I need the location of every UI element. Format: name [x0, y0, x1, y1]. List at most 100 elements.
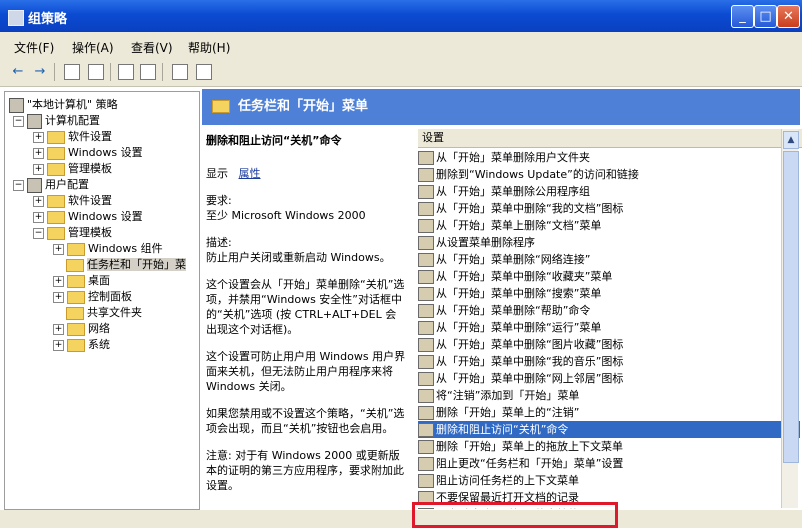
forward-icon[interactable]: →: [32, 64, 48, 80]
expand-icon[interactable]: +: [53, 275, 64, 287]
details-pane: 任务栏和「开始」菜单 删除和阻止访问“关机”命令 显示 属性 要求: 至少 Mic…: [202, 89, 802, 509]
toolbar-separator: [110, 63, 111, 81]
minimize-button[interactable]: _: [731, 5, 754, 28]
tree-item[interactable]: + 软件设置: [33, 192, 112, 208]
setting-row[interactable]: 从「开始」菜单删除“网络连接”: [418, 251, 800, 268]
setting-row[interactable]: 从「开始」菜单上删除“文档”菜单: [418, 217, 800, 234]
tree-item[interactable]: + Windows 设置: [33, 144, 143, 160]
tree-computer-config[interactable]: − 计算机配置: [13, 112, 100, 129]
setting-label: 从「开始」菜单中删除“搜索”菜单: [436, 287, 602, 300]
policy-setting-icon: [418, 321, 434, 335]
policy-tree[interactable]: "本地计算机" 策略 − 计算机配置 + 软件设置 + Windows 设置 + 管理模…: [4, 91, 200, 510]
tree-item[interactable]: 共享文件夹: [66, 304, 142, 320]
setting-row[interactable]: 删除「开始」菜单上的“注销”: [418, 404, 800, 421]
setting-row[interactable]: 从「开始」菜单中删除“我的文档”图标: [418, 200, 800, 217]
tree-item[interactable]: + Windows 组件: [53, 240, 163, 256]
extended-view-icon[interactable]: [196, 64, 212, 80]
setting-row[interactable]: 从「开始」菜单中删除“我的音乐”图标: [418, 353, 800, 370]
policy-setting-icon: [418, 389, 434, 403]
setting-row[interactable]: 从「开始」菜单中删除“网上邻居”图标: [418, 370, 800, 387]
collapse-icon[interactable]: −: [13, 115, 24, 127]
folder-icon: [47, 146, 65, 160]
tree-item[interactable]: + 网络: [53, 320, 110, 336]
policy-setting-icon: [418, 236, 434, 250]
help-icon[interactable]: [172, 64, 188, 80]
setting-row[interactable]: 从「开始」菜单中删除“图片收藏”图标: [418, 336, 800, 353]
show-hide-tree-icon[interactable]: [88, 64, 104, 80]
setting-label: 将“注销”添加到「开始」菜单: [436, 389, 580, 402]
setting-row[interactable]: 阻止更改“任务栏和「开始」菜单”设置: [418, 455, 800, 472]
setting-label: 从「开始」菜单删除公用程序组: [436, 185, 590, 198]
tree-item[interactable]: + 管理模板: [33, 160, 112, 176]
export-list-icon[interactable]: [140, 64, 156, 80]
tree-item[interactable]: − 管理模板: [33, 224, 112, 240]
setting-row[interactable]: 从「开始」菜单删除“帮助”命令: [418, 302, 800, 319]
expand-icon[interactable]: +: [33, 211, 44, 223]
expand-icon[interactable]: +: [33, 131, 44, 143]
setting-label: 从「开始」菜单中删除“图片收藏”图标: [436, 338, 624, 351]
folder-icon: [212, 100, 230, 113]
policy-setting-icon: [418, 202, 434, 216]
tree-item-selected[interactable]: 任务栏和「开始」菜: [66, 256, 186, 272]
expand-icon[interactable]: +: [53, 323, 64, 335]
setting-label: 从设置菜单删除程序: [436, 236, 535, 249]
toolbar-separator: [162, 63, 163, 81]
toolbar-separator: [54, 63, 55, 81]
up-folder-icon[interactable]: [64, 64, 80, 80]
tree-item[interactable]: + 软件设置: [33, 128, 112, 144]
settings-list[interactable]: 从「开始」菜单删除用户文件夹 删除到“Windows Update”的访问和链接从…: [418, 149, 800, 509]
policy-setting-icon: [418, 423, 434, 437]
tree-item[interactable]: + 系统: [53, 336, 110, 352]
folder-icon: [47, 130, 65, 144]
open-folder-icon: [66, 258, 84, 272]
expand-icon[interactable]: +: [53, 243, 64, 255]
main-area: "本地计算机" 策略 − 计算机配置 + 软件设置 + Windows 设置 + 管理模…: [0, 87, 802, 528]
setting-row[interactable]: 从「开始」菜单删除用户文件夹: [418, 149, 800, 166]
vertical-scrollbar[interactable]: ▲: [781, 129, 799, 508]
setting-row[interactable]: 从「开始」菜单删除公用程序组: [418, 183, 800, 200]
setting-row[interactable]: 删除「开始」菜单上的拖放上下文菜单: [418, 438, 800, 455]
setting-row[interactable]: 将“注销”添加到「开始」菜单: [418, 387, 800, 404]
tree-item[interactable]: + Windows 设置: [33, 208, 143, 224]
tree-user-config[interactable]: − 用户配置: [13, 176, 89, 193]
setting-label: 从「开始」菜单删除用户文件夹: [436, 151, 590, 164]
expand-icon[interactable]: +: [53, 339, 64, 351]
folder-icon: [67, 290, 85, 304]
properties-link[interactable]: 属性: [239, 167, 261, 180]
close-button[interactable]: ✕: [777, 5, 800, 28]
setting-row[interactable]: 从「开始」菜单中删除“运行”菜单: [418, 319, 800, 336]
setting-row[interactable]: 从「开始」菜单中删除“收藏夹”菜单: [418, 268, 800, 285]
tree-item[interactable]: + 桌面: [53, 272, 110, 288]
maximize-button[interactable]: □: [754, 5, 777, 28]
collapse-icon[interactable]: −: [33, 227, 44, 239]
policy-setting-icon: [418, 338, 434, 352]
setting-row[interactable]: 从「开始」菜单中删除“搜索”菜单: [418, 285, 800, 302]
tree-item[interactable]: + 控制面板: [53, 288, 132, 304]
expand-icon[interactable]: +: [33, 163, 44, 175]
tree-root[interactable]: "本地计算机" 策略: [9, 96, 118, 113]
scroll-up-icon[interactable]: ▲: [783, 131, 799, 149]
folder-icon: [66, 306, 84, 320]
setting-row[interactable]: 阻止访问任务栏的上下文菜单: [418, 472, 800, 489]
policy-setting-icon: [418, 474, 434, 488]
setting-label: 从「开始」菜单中删除“我的文档”图标: [436, 202, 624, 215]
folder-icon: [67, 274, 85, 288]
settings-column-header[interactable]: 设置: [418, 129, 802, 148]
setting-row[interactable]: 删除到“Windows Update”的访问和链接: [418, 166, 800, 183]
scroll-thumb[interactable]: [783, 151, 799, 463]
menu-action[interactable]: 操作(A): [72, 39, 114, 56]
folder-icon: [67, 322, 85, 336]
title-bar[interactable]: 组策略 _ □ ✕: [0, 0, 802, 32]
setting-row[interactable]: 从设置菜单删除程序: [418, 234, 800, 251]
menu-file[interactable]: 文件(F): [14, 39, 54, 56]
properties-icon[interactable]: [118, 64, 134, 80]
folder-icon: [67, 242, 85, 256]
back-icon[interactable]: ←: [10, 64, 26, 80]
menu-view[interactable]: 查看(V): [131, 39, 173, 56]
setting-row[interactable]: 删除和阻止访问“关机”命令: [418, 421, 800, 438]
expand-icon[interactable]: +: [33, 195, 44, 207]
collapse-icon[interactable]: −: [13, 179, 24, 191]
expand-icon[interactable]: +: [53, 291, 64, 303]
expand-icon[interactable]: +: [33, 147, 44, 159]
menu-help[interactable]: 帮助(H): [188, 39, 230, 56]
